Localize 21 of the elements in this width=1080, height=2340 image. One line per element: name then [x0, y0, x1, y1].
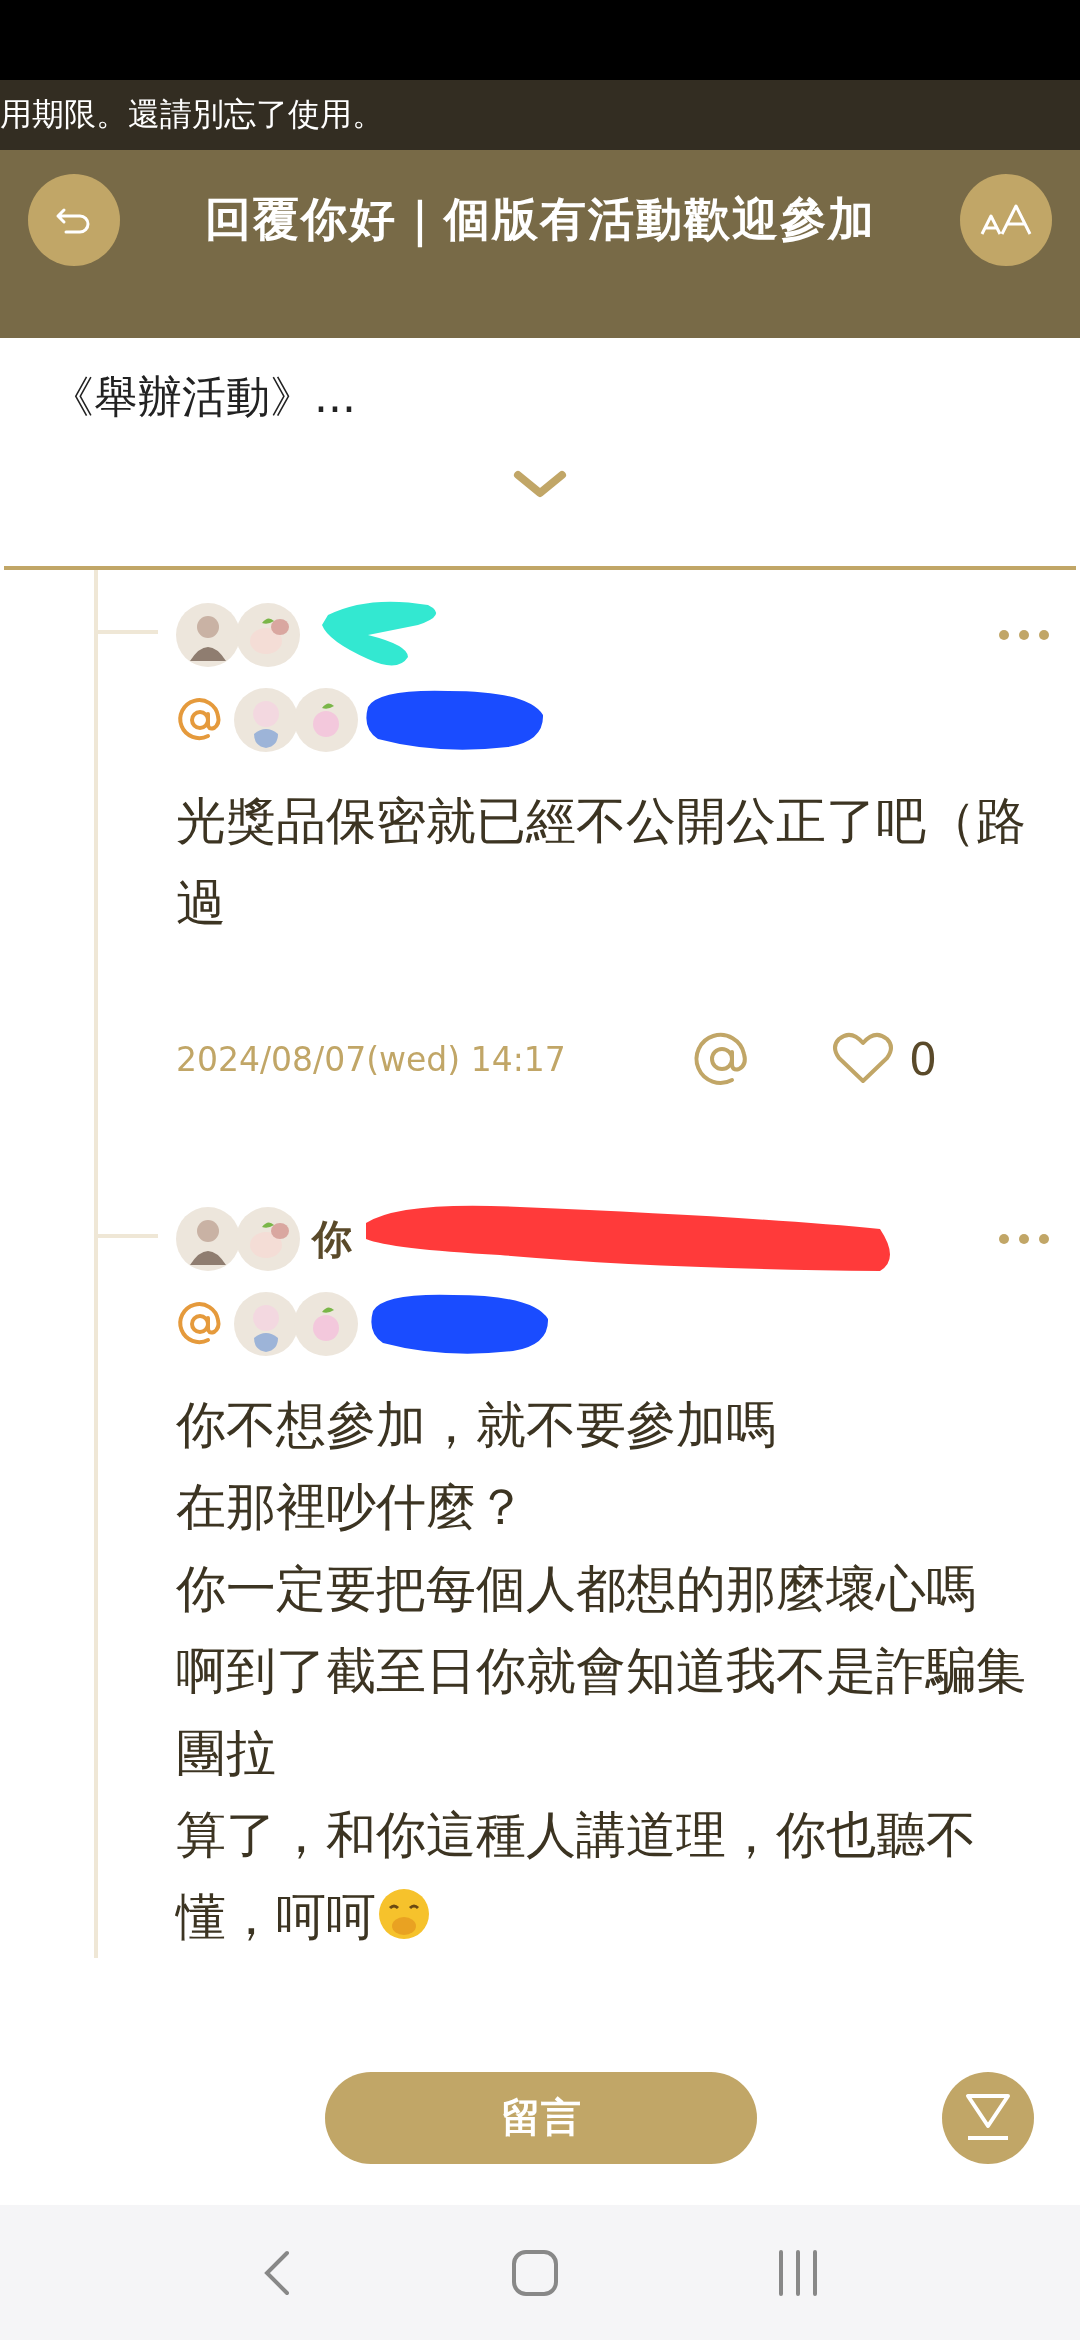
comment-text: 光獎品保密就已經不公開公正了吧（路過 [176, 791, 1027, 934]
user-name[interactable]: 你 [312, 1211, 352, 1267]
avatar-icon[interactable] [234, 1292, 298, 1356]
more-options-icon[interactable] [998, 629, 1050, 641]
comment-text: 你不想參加，就不要參加嗎 在那裡吵什麼？ 你一定要把每個人都想的那麼壞心嗎 啊到了截至日你就會知道我不是詐騙集團拉 算了，和你這種人講道理，你也聽不懂，呵呵 [176, 1395, 1027, 1948]
post-excerpt: 《舉辦活動》... [49, 370, 357, 424]
pet-avatar-icon[interactable] [294, 688, 358, 752]
pet-avatar-icon[interactable] [236, 603, 300, 667]
like-count: 0 [909, 1033, 937, 1085]
avatar-icon[interactable] [234, 688, 298, 752]
pet-avatar-icon[interactable] [294, 1292, 358, 1356]
notice-text: 用期限。還請別忘了使用。 [0, 94, 384, 135]
chevron-down-icon[interactable] [512, 469, 568, 499]
avatar-icon[interactable] [176, 603, 240, 667]
home-icon[interactable] [510, 2247, 560, 2298]
more-options-icon[interactable] [998, 1233, 1050, 1245]
pet-avatar-icon[interactable] [236, 1207, 300, 1271]
avatar-icon[interactable] [176, 1207, 240, 1271]
timestamp: 2024/08/07(wed) 14:17 [176, 1039, 567, 1079]
emoji-icon [376, 1886, 432, 1942]
page-title: 回覆你好｜個版有活動歡迎參加 [204, 191, 876, 250]
